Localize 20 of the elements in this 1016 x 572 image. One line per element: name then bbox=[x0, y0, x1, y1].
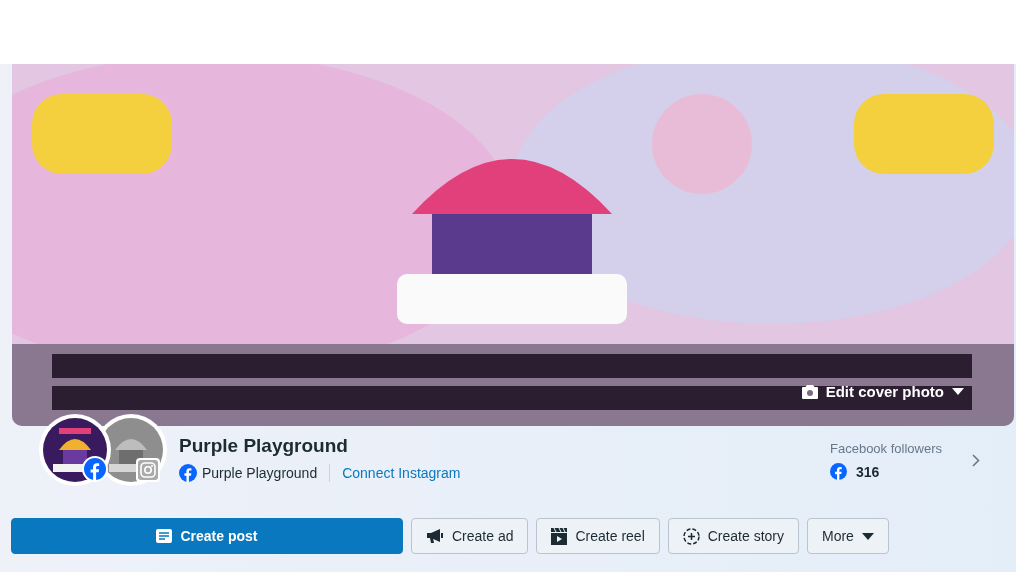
create-button[interactable]: Create reel bbox=[536, 518, 660, 554]
facebook-icon bbox=[179, 464, 197, 482]
followers-count: 316 bbox=[856, 463, 880, 480]
followers-label: Facebook followers bbox=[830, 441, 942, 456]
chevron-right-icon[interactable] bbox=[972, 454, 980, 467]
megaphone-icon bbox=[426, 528, 444, 544]
post-icon bbox=[156, 529, 173, 543]
add-story-icon bbox=[682, 527, 700, 545]
more-button[interactable]: More bbox=[807, 518, 889, 554]
clapperboard-icon bbox=[551, 527, 568, 545]
facebook-icon bbox=[830, 463, 847, 480]
instagram-icon bbox=[138, 460, 158, 480]
caret-icon bbox=[861, 532, 874, 540]
facebook-icon bbox=[84, 458, 106, 480]
create-button[interactable]: Create post bbox=[11, 518, 403, 554]
create-button[interactable]: Create ad bbox=[411, 518, 529, 554]
facebook-page-name: Purple Playground bbox=[202, 465, 318, 481]
connect-instagram-link[interactable]: Connect Instagram bbox=[330, 465, 461, 481]
page-name: Purple Playground bbox=[179, 435, 349, 457]
create-button[interactable]: Create story bbox=[667, 518, 799, 554]
